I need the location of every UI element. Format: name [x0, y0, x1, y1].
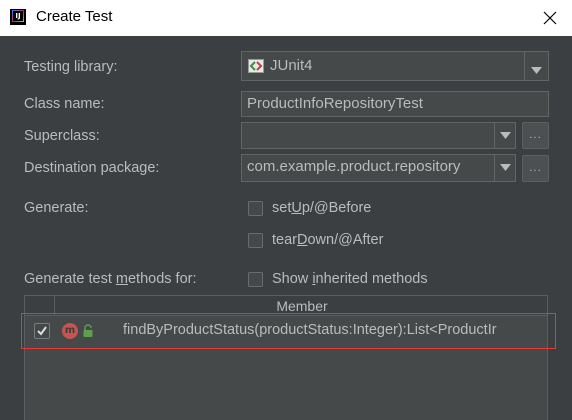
member-column-header[interactable]: Member	[55, 298, 547, 314]
superclass-field[interactable]	[241, 122, 495, 149]
table-header: Member	[25, 296, 547, 316]
title-bar: IJ Create Test	[0, 0, 572, 36]
close-icon[interactable]	[538, 6, 562, 30]
superclass-dropdown-button[interactable]	[494, 122, 516, 149]
table-row[interactable]: m findByProductStatus(productStatus:Inte…	[25, 317, 547, 345]
superclass-browse-button[interactable]: ...	[522, 122, 549, 149]
generate-label: Generate:	[24, 200, 89, 216]
public-lock-icon	[82, 324, 94, 338]
teardown-checkbox-label[interactable]: tearDown/@After	[272, 232, 383, 248]
member-signature: findByProductStatus(productStatus:Intege…	[123, 322, 497, 338]
member-checkbox[interactable]	[34, 323, 50, 339]
members-table[interactable]: Member m findByProductStatus(productStat…	[24, 295, 548, 420]
window-title: Create Test	[36, 8, 113, 25]
destination-package-label: Destination package:	[24, 160, 160, 176]
create-test-dialog: IJ Create Test Testing library: JUnit4 C…	[0, 0, 572, 420]
class-name-label: Class name:	[24, 96, 105, 112]
testing-library-label: Testing library:	[24, 59, 118, 75]
show-inherited-checkbox[interactable]	[248, 272, 263, 287]
chevron-down-icon	[499, 128, 511, 144]
junit-icon	[248, 59, 264, 73]
generate-methods-label: Generate test methods for:	[24, 271, 197, 287]
method-icon: m	[62, 323, 78, 339]
setup-checkbox-label[interactable]: setUp/@Before	[272, 200, 371, 216]
testing-library-value: JUnit4	[270, 57, 313, 74]
class-name-field[interactable]: ProductInfoRepositoryTest	[241, 91, 549, 117]
destination-package-dropdown-button[interactable]	[494, 154, 516, 182]
chevron-down-icon	[499, 160, 511, 176]
destination-package-browse-button[interactable]: ...	[522, 155, 549, 182]
intellij-icon: IJ	[10, 9, 26, 25]
superclass-label: Superclass:	[24, 128, 100, 144]
setup-checkbox[interactable]	[248, 201, 263, 216]
selection-column-header[interactable]	[25, 296, 55, 316]
dropdown-divider	[524, 52, 525, 80]
testing-library-select[interactable]: JUnit4	[241, 51, 549, 81]
destination-package-field[interactable]: com.example.product.repository	[241, 154, 495, 182]
show-inherited-checkbox-label[interactable]: Show inherited methods	[272, 271, 428, 287]
teardown-checkbox[interactable]	[248, 233, 263, 248]
chevron-down-icon[interactable]	[531, 62, 542, 79]
